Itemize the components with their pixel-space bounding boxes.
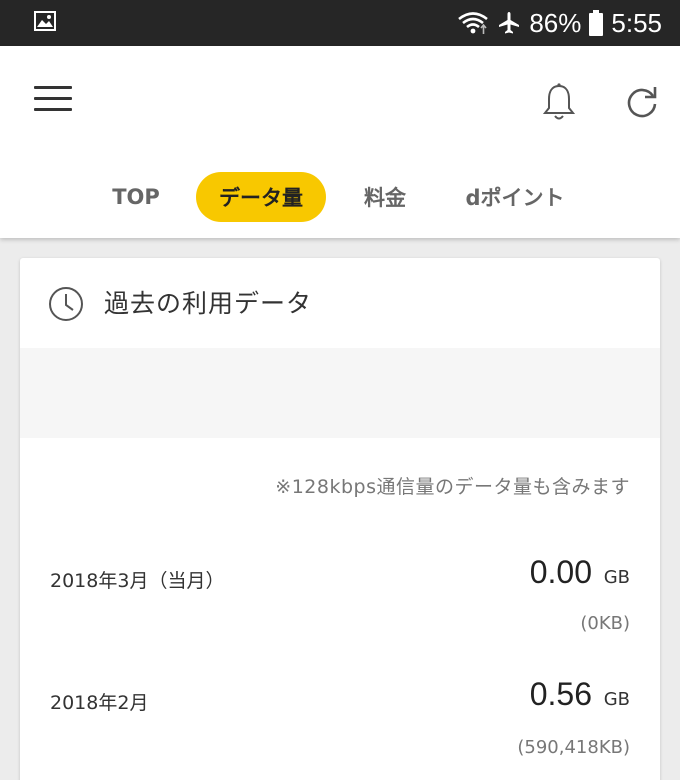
usage-value: 0.56 xyxy=(529,676,592,712)
tab-d-point[interactable]: dポイント xyxy=(452,172,578,222)
past-usage-card: 過去の利用データ ※128kbps通信量のデータ量も含みます 2018年3月（当… xyxy=(20,258,660,780)
usage-month: 2018年3月（当月） xyxy=(50,570,225,592)
card-band xyxy=(20,348,660,438)
app-header: TOP データ量 料金 dポイント xyxy=(0,46,680,238)
usage-kb: (590,418KB) xyxy=(517,737,630,758)
status-bar: 86% 5:55 xyxy=(0,0,680,46)
status-time: 5:55 xyxy=(611,7,662,38)
usage-note: ※128kbps通信量のデータ量も含みます xyxy=(275,476,630,498)
bell-icon[interactable] xyxy=(541,82,577,122)
card-header: 過去の利用データ xyxy=(20,258,660,348)
tab-top[interactable]: TOP xyxy=(88,172,184,222)
tab-data-usage[interactable]: データ量 xyxy=(196,172,326,222)
card-title: 過去の利用データ xyxy=(104,289,313,318)
usage-unit: GB xyxy=(603,567,630,588)
clock-icon xyxy=(48,286,84,322)
image-notification-icon xyxy=(34,11,56,35)
usage-month: 2018年2月 xyxy=(50,692,149,714)
menu-icon[interactable] xyxy=(34,86,72,116)
usage-kb: (0KB) xyxy=(580,613,630,634)
usage-value: 0.00 xyxy=(529,554,592,590)
battery-icon xyxy=(589,10,604,36)
refresh-icon[interactable] xyxy=(624,84,660,120)
airplane-mode-icon xyxy=(497,11,521,35)
battery-percentage: 86% xyxy=(529,7,582,38)
tab-bar: TOP データ量 料金 dポイント xyxy=(0,172,680,224)
wifi-icon xyxy=(457,10,489,36)
tab-charges[interactable]: 料金 xyxy=(342,172,428,222)
usage-unit: GB xyxy=(603,689,630,710)
